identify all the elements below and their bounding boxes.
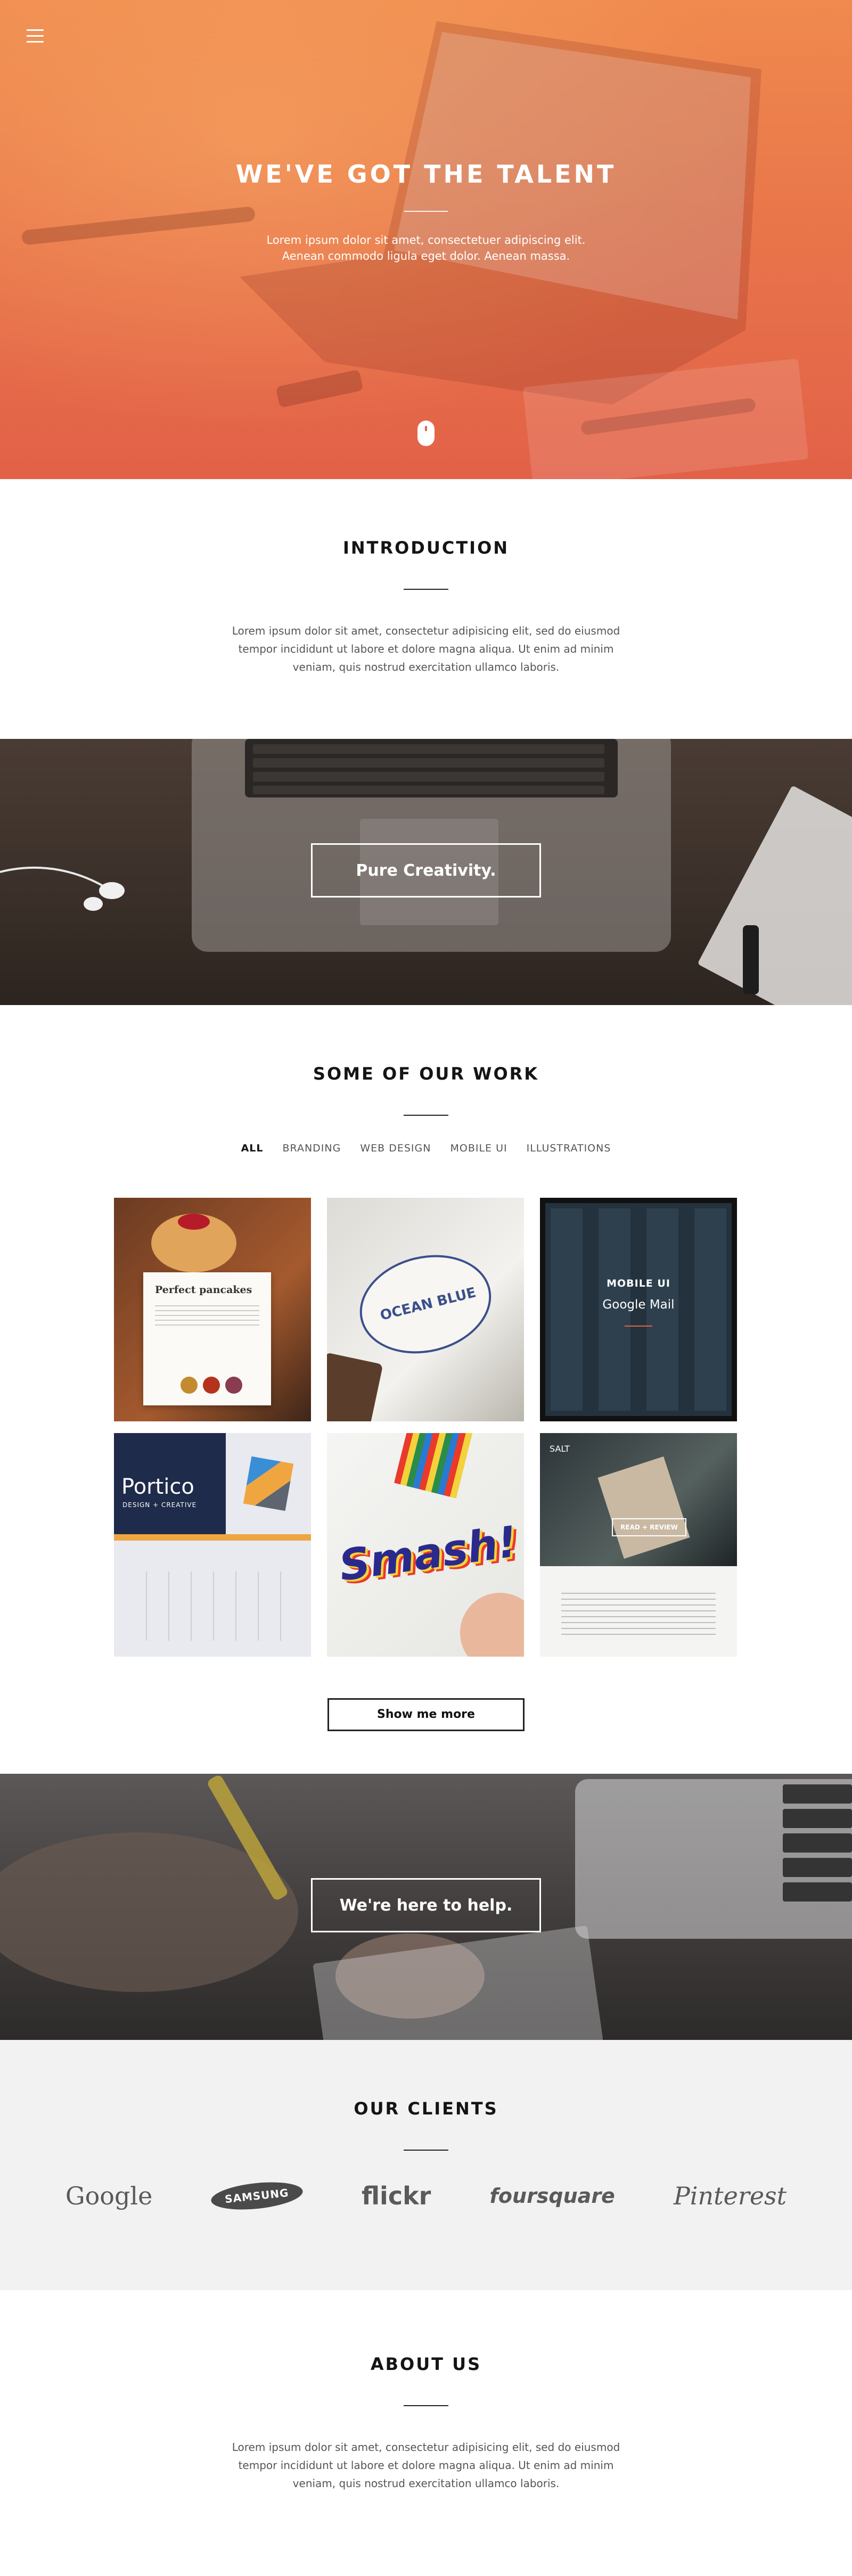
hero-section: WE'VE GOT THE TALENT Lorem ipsum dolor s… xyxy=(0,0,852,479)
portfolio-item-salt[interactable]: SALT READ + REVIEW xyxy=(540,1433,737,1657)
portfolio-grid: Perfect pancakes OCEAN BLUE MOBILE UI Go… xyxy=(114,1198,738,1657)
portfolio-item-pancakes[interactable]: Perfect pancakes xyxy=(114,1198,311,1421)
help-button[interactable]: We're here to help. xyxy=(311,1878,541,1932)
portico-stripe xyxy=(114,1534,311,1541)
filter-all[interactable]: ALL xyxy=(241,1142,264,1154)
work-divider xyxy=(404,1115,448,1116)
portfolio-item-portico[interactable]: Portico DESIGN + CREATIVE xyxy=(114,1433,311,1657)
pen-shape xyxy=(327,1352,383,1421)
clients-section: OUR CLIENTS Google SAMSUNG flickr foursq… xyxy=(0,2040,852,2290)
creativity-banner: Pure Creativity. xyxy=(0,739,852,1005)
salt-label: SALT xyxy=(550,1444,570,1454)
pancake-card: Perfect pancakes xyxy=(143,1272,271,1405)
google-mail-caption: MOBILE UI Google Mail xyxy=(540,1278,737,1327)
google-mail-category: MOBILE UI xyxy=(607,1278,670,1289)
pancake-card-lines xyxy=(155,1305,259,1327)
filter-mobile-ui[interactable]: MOBILE UI xyxy=(450,1142,507,1154)
show-more-button[interactable]: Show me more xyxy=(327,1698,525,1731)
hero-text-line-2: Aenean commodo ligula eget dolor. Aenean… xyxy=(282,250,570,262)
introduction-title: INTRODUCTION xyxy=(342,538,510,558)
filter-web-design[interactable]: WEB DESIGN xyxy=(360,1142,431,1154)
flickr-logo: flickr xyxy=(361,2182,431,2210)
google-mail-title: Google Mail xyxy=(602,1298,675,1312)
client-logos: Google SAMSUNG flickr foursquare Pintere… xyxy=(0,2178,852,2213)
portfolio-item-ocean-blue[interactable]: OCEAN BLUE xyxy=(327,1198,524,1421)
about-title: ABOUT US xyxy=(370,2354,482,2374)
google-logo: Google xyxy=(65,2182,153,2210)
pancake-card-heading: Perfect pancakes xyxy=(155,1284,252,1296)
filter-branding[interactable]: BRANDING xyxy=(283,1142,341,1154)
introduction-text: Lorem ipsum dolor sit amet, consectetur … xyxy=(232,624,620,673)
salt-body-lines xyxy=(561,1593,716,1635)
pure-creativity-button[interactable]: Pure Creativity. xyxy=(311,843,541,898)
pancake-thumbnails xyxy=(181,1377,242,1394)
about-section: ABOUT US Lorem ipsum dolor sit amet, con… xyxy=(0,2290,852,2546)
drawing-hand xyxy=(460,1593,524,1657)
smash-lettering: Smash! xyxy=(336,1517,520,1591)
hero-title: WE'VE GOT THE TALENT xyxy=(235,160,617,188)
hero-text-line-1: Lorem ipsum dolor sit amet, consectetuer… xyxy=(266,234,586,246)
clients-divider xyxy=(404,2150,448,2151)
filter-illustrations[interactable]: ILLUSTRATIONS xyxy=(527,1142,611,1154)
portico-sketches xyxy=(125,1571,300,1641)
about-divider xyxy=(404,2405,448,2406)
about-text: Lorem ipsum dolor sit amet, consectetur … xyxy=(232,2441,620,2490)
google-mail-divider xyxy=(625,1326,652,1327)
work-filter-bar: ALL BRANDING WEB DESIGN MOBILE UI ILLUST… xyxy=(0,1142,852,1154)
pinterest-logo: Pinterest xyxy=(673,2182,787,2210)
introduction-divider xyxy=(404,589,448,590)
introduction-section: INTRODUCTION Lorem ipsum dolor sit amet,… xyxy=(0,479,852,739)
mouse-scroll-icon[interactable] xyxy=(417,421,435,446)
help-banner: We're here to help. xyxy=(0,1774,852,2040)
work-title: SOME OF OUR WORK xyxy=(313,1064,539,1084)
portico-logo-cube xyxy=(243,1456,294,1511)
salt-button: READ + REVIEW xyxy=(612,1518,686,1536)
hero-divider xyxy=(404,211,448,212)
work-section: SOME OF OUR WORK ALL BRANDING WEB DESIGN… xyxy=(0,1005,852,1774)
portico-sub: DESIGN + CREATIVE xyxy=(122,1501,197,1509)
pencils xyxy=(394,1433,473,1499)
clients-title: OUR CLIENTS xyxy=(354,2098,498,2119)
hamburger-menu-icon[interactable] xyxy=(27,29,44,43)
portfolio-item-smash[interactable]: Smash! xyxy=(327,1433,524,1657)
samsung-logo: SAMSUNG xyxy=(210,2178,304,2213)
berries xyxy=(178,1214,210,1230)
hero-content: WE'VE GOT THE TALENT Lorem ipsum dolor s… xyxy=(0,160,852,264)
portfolio-item-google-mail[interactable]: MOBILE UI Google Mail xyxy=(540,1198,737,1421)
portico-brand: Portico xyxy=(121,1475,194,1499)
foursquare-logo: foursquare xyxy=(489,2184,615,2208)
